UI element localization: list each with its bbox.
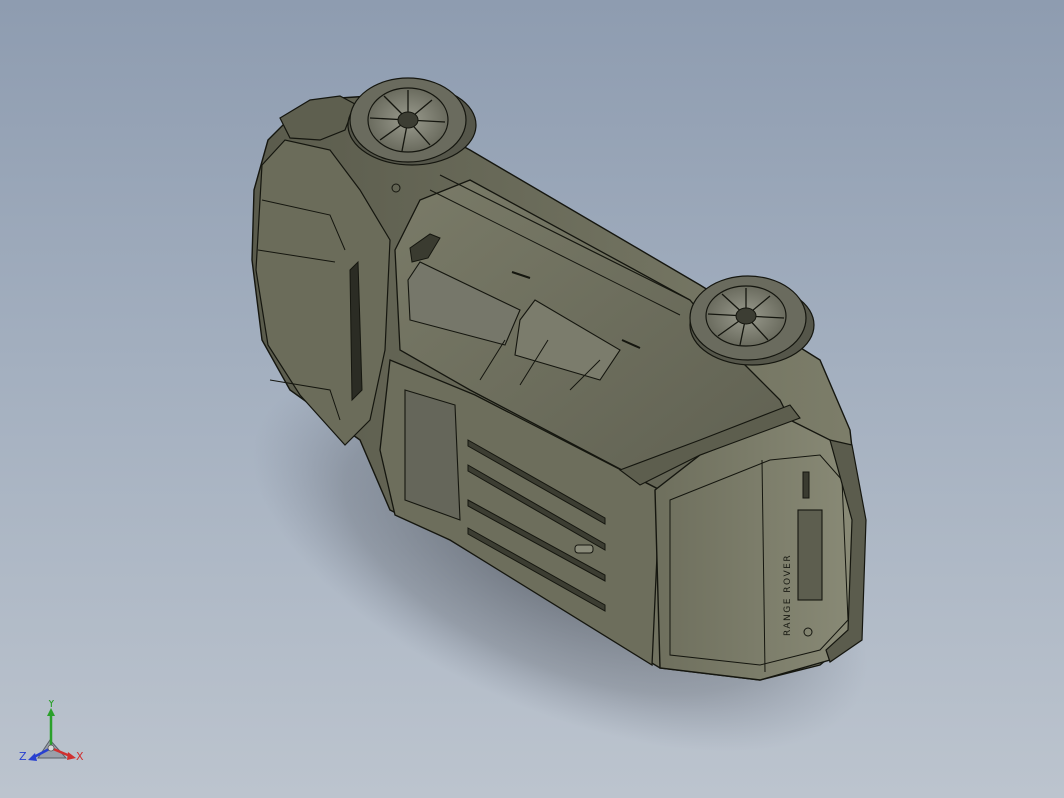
triad-origin (47, 744, 55, 752)
rear-wheel (689, 275, 815, 366)
triad-x-label: X (76, 750, 84, 763)
tailgate-handle (802, 471, 810, 499)
underbody-recess (404, 389, 461, 521)
underbody-tab (574, 544, 594, 554)
triad-y-label: Y (47, 700, 55, 710)
triad-x-arrow (67, 752, 76, 760)
triad-z-arrow (28, 753, 37, 761)
range-rover-3d-model[interactable]: RANGE ROVER (0, 0, 1064, 798)
cad-viewport[interactable]: RANGE ROVER Y X Z (0, 0, 1064, 798)
front-wheel (347, 77, 477, 166)
orientation-triad[interactable]: Y X Z (18, 700, 88, 770)
triad-z-label: Z (19, 750, 27, 763)
license-plate-recess (797, 509, 823, 601)
tailgate-lettering: RANGE ROVER (783, 554, 793, 636)
